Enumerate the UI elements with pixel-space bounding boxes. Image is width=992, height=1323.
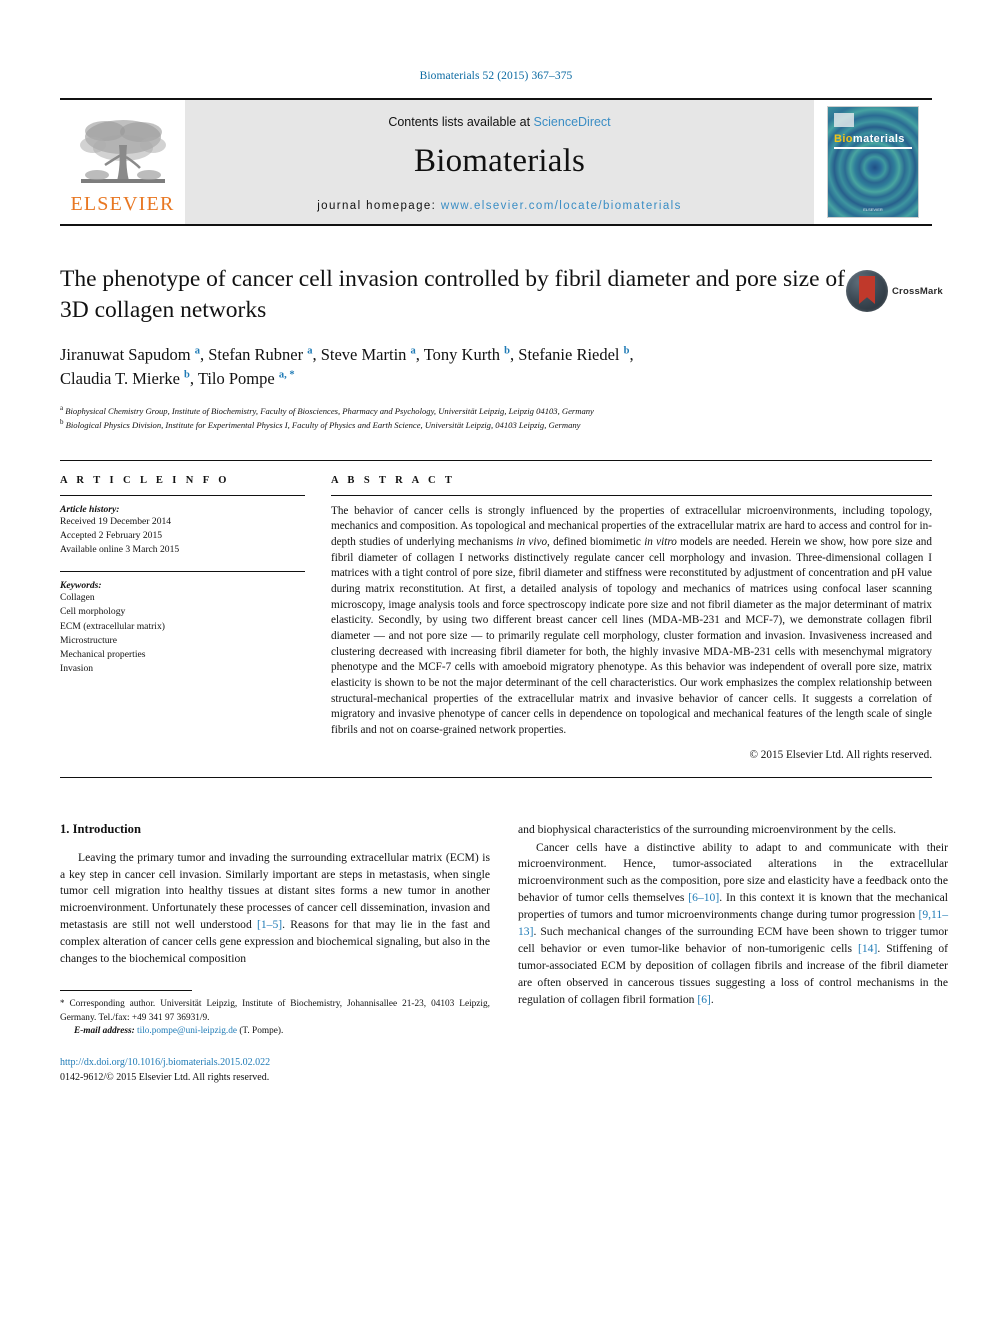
contents-prefix: Contents lists available at	[388, 114, 534, 129]
corresponding-author-text: Corresponding author. Universität Leipzi…	[60, 999, 490, 1023]
divider	[60, 494, 305, 496]
cover-image: Biomaterials ELSEVIER	[827, 106, 919, 218]
cover-title-part2: materials	[852, 133, 905, 145]
title-block: The phenotype of cancer cell invasion co…	[60, 264, 943, 432]
author-name: , Stefanie Riedel	[510, 345, 624, 365]
author-name: , Steve Martin	[312, 345, 411, 365]
author-name: , Tilo Pompe	[189, 369, 279, 389]
cover-rule	[834, 147, 912, 149]
cover-title-part1: Bio	[834, 133, 853, 145]
citation-ref[interactable]: [6–10]	[688, 891, 719, 904]
author-name: Claudia T. Mierke	[60, 369, 185, 389]
intro-right-text-e: .	[710, 992, 714, 1006]
crossmark-icon	[846, 270, 888, 312]
doi-block: http://dx.doi.org/10.1016/j.biomaterials…	[60, 1055, 490, 1085]
author-list: Jiranuwat Sapudom a, Stefan Rubner a, St…	[60, 345, 634, 389]
crossmark-badge[interactable]: CrossMark	[846, 266, 943, 316]
author-name: Jiranuwat Sapudom	[60, 345, 195, 365]
abstract-column: A B S T R A C T The behavior of cancer c…	[331, 475, 932, 761]
email-link[interactable]: tilo.pompe@uni-leipzig.de	[137, 1026, 237, 1036]
divider	[60, 571, 305, 573]
contents-available-line: Contents lists available at ScienceDirec…	[388, 115, 610, 129]
divider	[331, 494, 932, 496]
sciencedirect-link[interactable]: ScienceDirect	[534, 115, 611, 129]
affiliation-b-text: Biological Physics Division, Institute f…	[65, 420, 581, 431]
cover-publisher-badge	[834, 113, 854, 127]
keyword-item: Invasion	[60, 663, 94, 675]
left-column: 1. Introduction Leaving the primary tumo…	[60, 822, 490, 1085]
keywords-label: Keywords:	[60, 580, 102, 592]
abstract-heading: A B S T R A C T	[331, 474, 456, 486]
affiliation-marker-b: b	[60, 418, 64, 427]
affiliation-marker-a: a	[60, 403, 64, 412]
keyword-item: Microstructure	[60, 634, 118, 646]
body-two-columns: 1. Introduction Leaving the primary tumo…	[60, 822, 948, 1085]
cover-footer-text: ELSEVIER	[863, 207, 883, 212]
article-info-heading: A R T I C L E I N F O	[60, 474, 230, 486]
journal-masthead: ELSEVIER Contents lists available at Sci…	[60, 98, 932, 226]
crossmark-label: CrossMark	[892, 285, 943, 297]
abstract-part-3: models are needed. Herein we show, how p…	[331, 535, 932, 736]
citation-ref[interactable]: [1–5]	[257, 918, 282, 931]
affiliation-a: a Biophysical Chemistry Group, Institute…	[60, 403, 932, 417]
email-suffix: (T. Pompe).	[237, 1026, 284, 1037]
elsevier-tree-icon	[79, 119, 166, 183]
author-name: , Tony Kurth	[415, 345, 505, 365]
journal-article-page: Biomaterials 52 (2015) 367–375 ELSEVIER …	[0, 0, 992, 1323]
masthead-center: Contents lists available at ScienceDirec…	[185, 100, 814, 224]
keyword-item: ECM (extracellular matrix)	[60, 620, 165, 632]
section-title-introduction: 1. Introduction	[60, 821, 141, 836]
abstract-invivo: in vivo	[516, 535, 548, 548]
email-footnote: E-mail address: tilo.pompe@uni-leipzig.d…	[60, 1025, 490, 1038]
author-affiliation-marker: a, *	[278, 369, 295, 381]
citation-ref[interactable]: [6]	[697, 993, 711, 1006]
article-history-label: Article history:	[60, 503, 120, 515]
corresponding-author-footnote: * Corresponding author. Universität Leip…	[60, 997, 490, 1025]
author-name: , Stefan Rubner	[199, 345, 308, 365]
page-title: The phenotype of cancer cell invasion co…	[60, 266, 845, 323]
intro-paragraph-left: Leaving the primary tumor and invading t…	[60, 850, 490, 968]
journal-cover-thumbnail: Biomaterials ELSEVIER	[814, 100, 932, 224]
intro-paragraph-right-continued: and biophysical characteristics of the s…	[518, 822, 896, 836]
keyword-item: Collagen	[60, 592, 95, 604]
history-received: Received 19 December 2014	[60, 515, 172, 527]
keyword-item: Cell morphology	[60, 606, 126, 618]
history-accepted: Accepted 2 February 2015	[60, 529, 163, 541]
abstract-invitro: in vitro	[644, 535, 677, 548]
running-head: Biomaterials 52 (2015) 367–375	[419, 70, 573, 82]
journal-title: Biomaterials	[413, 142, 586, 179]
affiliation-a-text: Biophysical Chemistry Group, Institute o…	[65, 405, 594, 416]
article-info-column: A R T I C L E I N F O Article history: R…	[60, 475, 305, 761]
history-available-online: Available online 3 March 2015	[60, 543, 180, 555]
elsevier-wordmark: ELSEVIER	[70, 192, 175, 215]
cover-title: Biomaterials	[834, 133, 905, 145]
affiliations: a Biophysical Chemistry Group, Institute…	[60, 403, 932, 432]
issn-copyright-line: 0142-9612/© 2015 Elsevier Ltd. All right…	[60, 1071, 270, 1083]
citation-ref[interactable]: [14]	[858, 942, 877, 955]
abstract-text: The behavior of cancer cells is strongly…	[331, 504, 932, 739]
affiliation-b: b Biological Physics Division, Institute…	[60, 417, 932, 431]
author-affiliation-marker: b	[623, 345, 630, 357]
journal-homepage-line: journal homepage: www.elsevier.com/locat…	[317, 200, 682, 212]
journal-homepage-link[interactable]: www.elsevier.com/locate/biomaterials	[441, 200, 682, 212]
elsevier-logo: ELSEVIER	[60, 100, 185, 224]
info-abstract-section: A R T I C L E I N F O Article history: R…	[60, 459, 932, 761]
abstract-bottom-divider	[60, 776, 932, 778]
homepage-prefix: journal homepage:	[317, 199, 441, 212]
keyword-item: Mechanical properties	[60, 648, 146, 660]
intro-paragraph-right-2: Cancer cells have a distinctive ability …	[518, 840, 948, 1009]
abstract-part-2: , defined biomimetic	[547, 535, 645, 548]
right-column: and biophysical characteristics of the s…	[518, 822, 948, 1085]
email-label: E-mail address:	[74, 1026, 135, 1037]
footnote-divider	[60, 990, 192, 992]
abstract-copyright: © 2015 Elsevier Ltd. All rights reserved…	[749, 748, 933, 761]
doi-link[interactable]: http://dx.doi.org/10.1016/j.biomaterials…	[60, 1055, 490, 1070]
